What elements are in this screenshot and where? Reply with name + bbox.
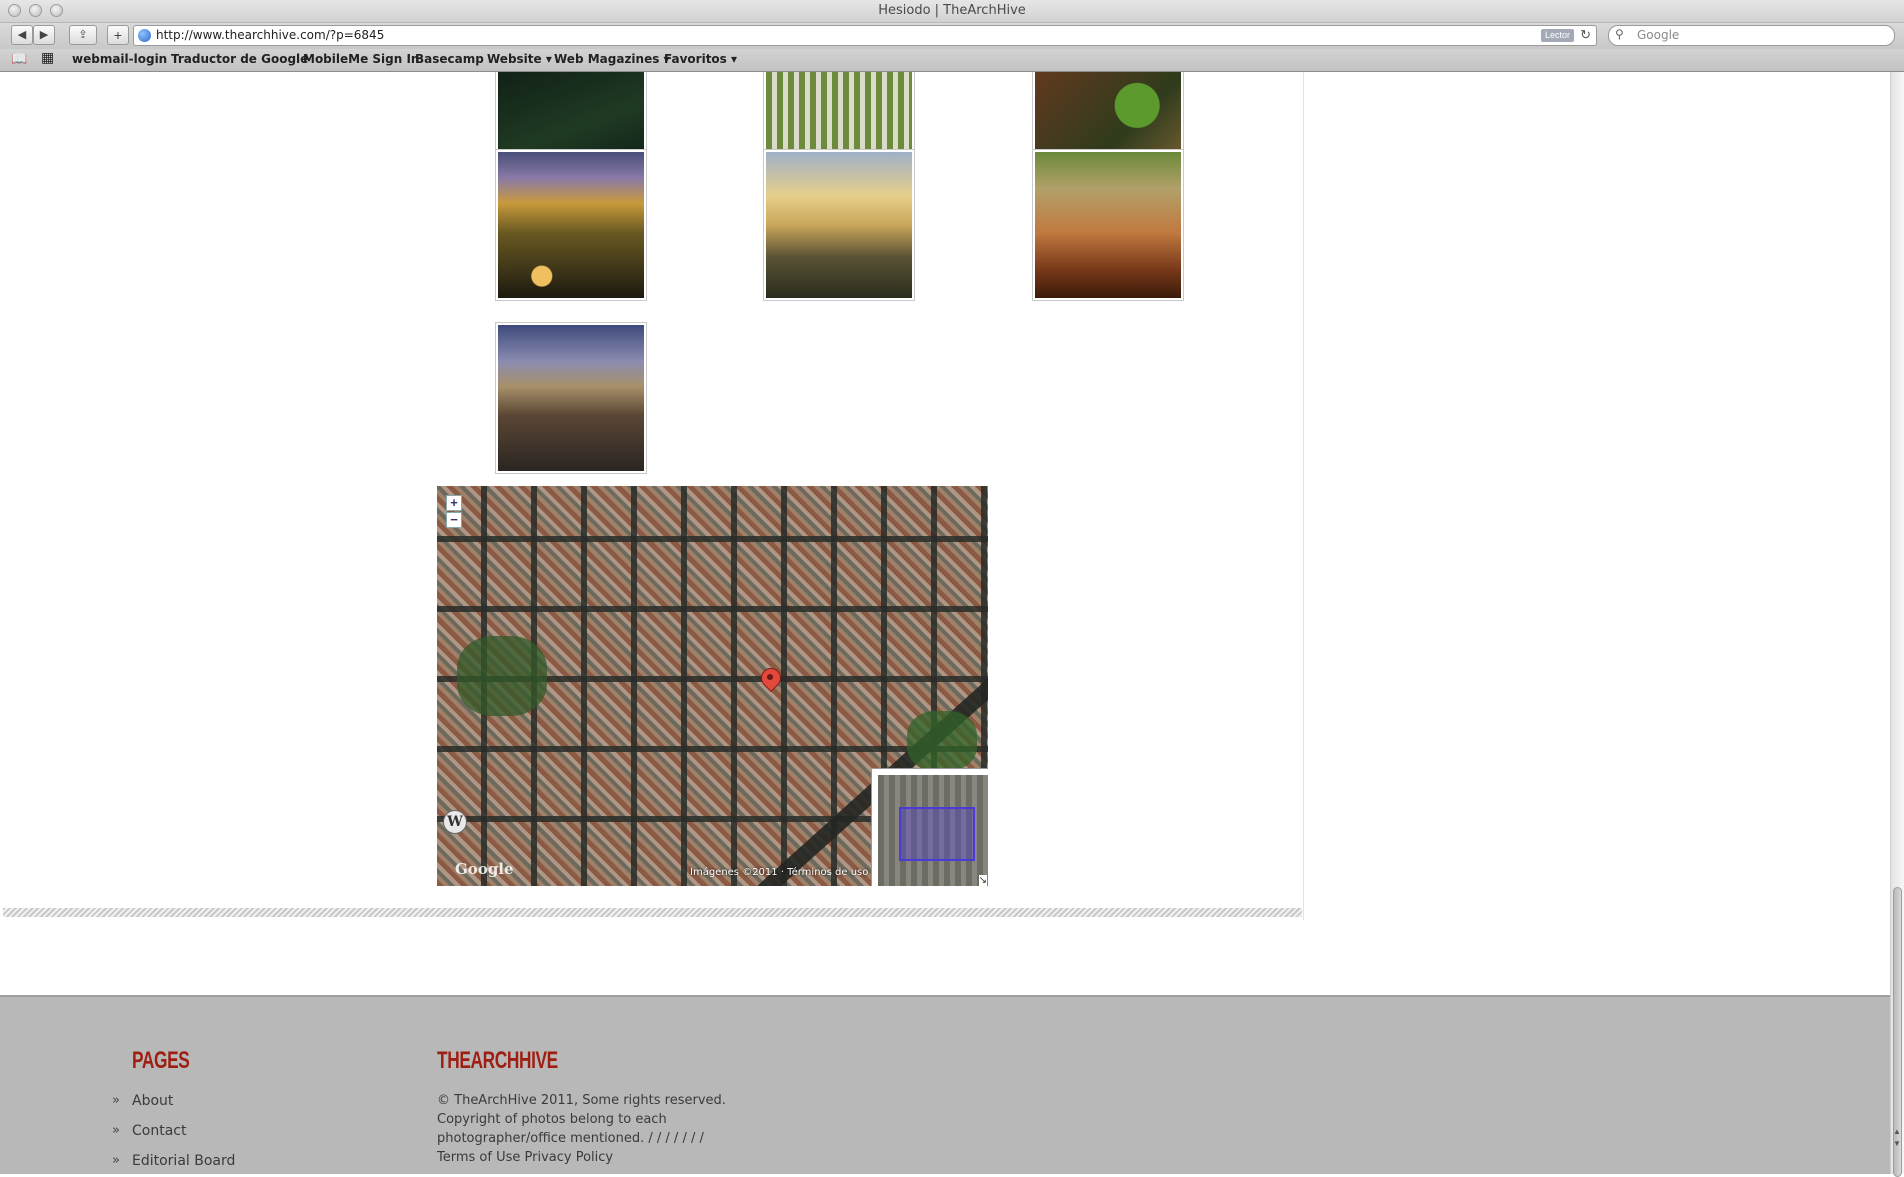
- copyright-line: © TheArchHive 2011, Some rights reserved…: [437, 1093, 726, 1108]
- back-icon: ◀: [17, 29, 27, 41]
- search-placeholder: Google: [1637, 28, 1680, 42]
- google-logo: Google: [455, 860, 514, 878]
- top-sites-grid-icon[interactable]: ▦: [41, 50, 54, 66]
- search-icon: ⚲: [1615, 27, 1624, 41]
- bookmark-website-menu[interactable]: Website ▾: [487, 52, 552, 66]
- bookmark-basecamp[interactable]: Basecamp: [415, 52, 484, 66]
- footer-link-about[interactable]: » About: [112, 1093, 173, 1109]
- copyright-line: photographer/office mentioned. / / / / /…: [437, 1131, 704, 1146]
- bookmark-traductor-google[interactable]: Traductor de Google: [171, 52, 308, 66]
- footer-link-editorial-board[interactable]: » Editorial Board: [112, 1153, 235, 1169]
- web-page: + − W Google Imágenes ©2011 · Términos d…: [0, 72, 1890, 1174]
- chevron-right-icon: »: [112, 1093, 120, 1108]
- globe-icon: [138, 29, 151, 42]
- thumbnail-image: [498, 152, 644, 298]
- main-content-column: + − W Google Imágenes ©2011 · Términos d…: [0, 72, 1304, 920]
- bookmark-favoritos-menu[interactable]: Favoritos ▾: [664, 52, 737, 66]
- overview-viewport-box[interactable]: [899, 807, 975, 861]
- forward-icon: ▶: [39, 29, 49, 41]
- reader-button[interactable]: Lector: [1540, 29, 1574, 42]
- gallery-thumbnail[interactable]: [495, 322, 647, 474]
- map-credit-text[interactable]: Imágenes ©2011 · Términos de uso: [690, 867, 868, 878]
- map-marker-dot: [767, 674, 773, 680]
- window-titlebar: Hesiodo | TheArchHive: [0, 0, 1904, 23]
- site-footer: PAGES » About » Contact » Editorial Board T…: [0, 995, 1890, 1174]
- site-heading: THEARCHHIVE: [437, 1047, 558, 1074]
- wordpress-icon: W: [443, 810, 467, 834]
- satellite-map[interactable]: + − W Google Imágenes ©2011 · Términos d…: [437, 486, 988, 886]
- map-overview-inset[interactable]: ↘: [871, 768, 988, 886]
- browser-toolbar: ◀ ▶ ⇪ + http://www.thearchhive.com/?p=68…: [0, 23, 1904, 49]
- map-zoom-out-button[interactable]: −: [446, 512, 462, 528]
- terms-privacy-links[interactable]: Terms of Use Privacy Policy: [437, 1148, 727, 1167]
- chevron-right-icon: »: [112, 1153, 120, 1168]
- bookmarks-bar: 📖 ▦ webmail-login Traductor de Google Mo…: [0, 49, 1904, 72]
- scroll-up-arrow-icon[interactable]: ▲: [1893, 1127, 1901, 1136]
- back-button[interactable]: ◀: [11, 25, 33, 45]
- thumbnail-image: [498, 325, 644, 471]
- scroll-down-arrow-icon[interactable]: ▼: [1893, 1139, 1901, 1148]
- overview-toggle-icon[interactable]: ↘: [978, 875, 987, 886]
- map-park-area: [907, 711, 977, 771]
- add-bookmark-button[interactable]: +: [107, 25, 129, 45]
- bookmark-webmail-login[interactable]: webmail-login: [72, 52, 167, 66]
- gallery-thumbnail[interactable]: [763, 149, 915, 301]
- map-zoom-in-button[interactable]: +: [446, 495, 462, 511]
- reload-icon[interactable]: ↻: [1580, 27, 1591, 43]
- reading-list-icon[interactable]: 📖: [11, 52, 27, 67]
- thumbnail-image: [1035, 152, 1181, 298]
- bookmark-web-magazines-menu[interactable]: Web Magazines ▾: [554, 52, 670, 66]
- gallery-thumbnail[interactable]: [1032, 149, 1184, 301]
- gallery-thumbnail[interactable]: [495, 149, 647, 301]
- share-button[interactable]: ⇪: [69, 25, 97, 45]
- copyright-line: Copyright of photos belong to each: [437, 1112, 667, 1127]
- chevron-right-icon: »: [112, 1123, 120, 1138]
- bookmark-mobileme-sign-in[interactable]: MobileMe Sign In: [303, 52, 419, 66]
- footer-link-contact[interactable]: » Contact: [112, 1123, 186, 1139]
- address-bar[interactable]: http://www.thearchhive.com/?p=6845 Lecto…: [133, 25, 1597, 46]
- forward-button[interactable]: ▶: [33, 25, 55, 45]
- vertical-scrollbar[interactable]: ▲ ▼: [1890, 72, 1904, 1177]
- pages-heading: PAGES: [132, 1047, 190, 1074]
- map-park-area: [457, 636, 547, 716]
- window-title: Hesiodo | TheArchHive: [878, 3, 1026, 18]
- content-divider: [3, 908, 1302, 917]
- share-icon: ⇪: [78, 29, 88, 41]
- search-field[interactable]: ⚲ Google: [1608, 25, 1895, 46]
- url-text: http://www.thearchhive.com/?p=6845: [156, 28, 385, 42]
- thumbnail-image: [766, 152, 912, 298]
- plus-icon: +: [113, 27, 123, 43]
